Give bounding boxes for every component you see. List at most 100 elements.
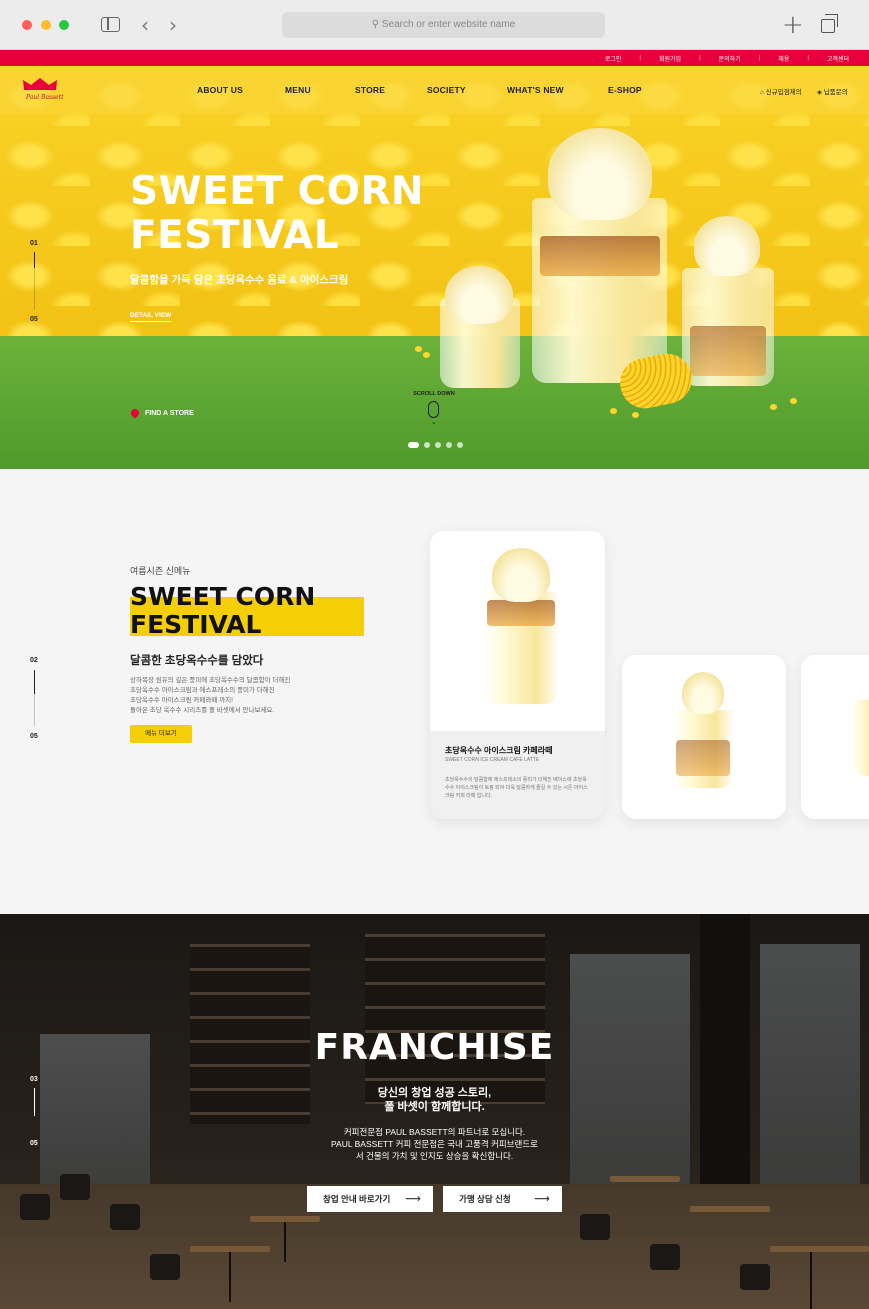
util-inquiry[interactable]: 문의하기 — [719, 54, 741, 63]
util-divider: | — [758, 55, 761, 61]
address-bar[interactable]: ⚲ Search or enter website name — [282, 12, 605, 38]
utility-nav: 로그인 | 회원가입 | 문의하기 | 채용 | 고객센터 — [0, 50, 869, 66]
util-login[interactable]: 로그인 — [605, 54, 622, 63]
find-store-label: FIND A STORE — [145, 409, 194, 417]
tab-overview-icon[interactable] — [821, 14, 838, 33]
corn-kernel — [770, 404, 777, 410]
detail-view-link[interactable]: DETAIL VIEW — [130, 312, 172, 322]
address-bar-placeholder: Search or enter website name — [381, 19, 516, 30]
supply-inquiry-label: 납품문의 — [823, 89, 848, 96]
new-store-proposal-label: 신규입점제의 — [765, 89, 802, 96]
product-description: 초당옥수수의 달콤함에 에스프레소의 풍미가 더해진 베이스에 초당옥수수 아이… — [445, 777, 588, 799]
product-cup-image — [851, 700, 869, 776]
corn-kernel — [632, 412, 639, 418]
arrow-right-icon: ⟶ — [534, 1192, 550, 1205]
menu-pager-progress — [34, 670, 35, 694]
more-menu-button[interactable]: 메뉴 더보기 — [130, 725, 192, 743]
close-window-icon[interactable] — [22, 20, 32, 30]
corn-kernel — [423, 352, 430, 358]
tag-icon: ◈ — [817, 89, 822, 96]
ice-cream-latte-cup — [532, 198, 667, 383]
product-soft-serve — [492, 548, 550, 602]
util-careers[interactable]: 채용 — [778, 54, 789, 63]
util-signup[interactable]: 회원가입 — [659, 54, 681, 63]
hero-title-line2: FESTIVAL — [130, 213, 340, 258]
hero-subtitle: 달콤함을 가득 담은 초당옥수수 음료 & 아이스크림 — [130, 274, 349, 286]
menu-title-line2: FESTIVAL — [130, 610, 262, 639]
menu-pager-track — [34, 694, 35, 726]
nav-menu[interactable]: MENU — [285, 85, 311, 95]
franchise-consult-label: 가맹 상담 신청 — [459, 1194, 511, 1204]
nav-about-us[interactable]: ABOUT US — [197, 85, 243, 95]
menu-desc-line: 돌아온 초당 옥수수 시리즈를 폴 바셋에서 만나보세요. — [130, 707, 275, 714]
util-divider: | — [699, 55, 701, 61]
franchise-desc-line3: 서 건물의 가치 및 인지도 상승을 확신합니다. — [355, 1151, 514, 1161]
hero-title: SWEET CORN FESTIVAL — [130, 170, 460, 258]
nav-whats-new[interactable]: WHAT'S NEW — [507, 85, 564, 95]
arrow-right-icon: ⟶ — [405, 1192, 421, 1205]
minimize-window-icon[interactable] — [41, 20, 51, 30]
slide-indicators — [408, 442, 463, 448]
supply-inquiry-link[interactable]: ◈ 납품문의 — [817, 86, 848, 96]
franchise-guide-label: 창업 안내 바로가기 — [323, 1194, 391, 1204]
menu-title: SWEET CORN FESTIVAL — [130, 583, 315, 639]
hero-pager-start: 01 — [30, 240, 38, 247]
brand-logo-text[interactable]: Paul Bassett — [26, 94, 64, 101]
util-customer-center[interactable]: 고객센터 — [827, 54, 849, 63]
franchise-desc-line1: 커피전문점 PAUL BASSETT의 파트너로 모십니다. — [343, 1127, 526, 1137]
slide-dot-3[interactable] — [435, 442, 441, 448]
nav-e-shop[interactable]: E-SHOP — [608, 85, 642, 95]
menu-title-line1: SWEET CORN — [130, 582, 316, 611]
search-icon: ⚲ — [371, 19, 380, 30]
hero-pager-track — [34, 268, 35, 310]
menu-desc-line: 초당옥수수 아이스크림과 에스프레소의 풍미가 더해진 — [130, 687, 275, 694]
menu-desc-line: 상하목장 원유의 깊은 풍미에 초당옥수수의 달콤함이 더해진 — [130, 677, 291, 684]
sidebar-toggle-icon[interactable] — [101, 17, 120, 32]
back-arrow-icon[interactable]: ‹ — [141, 13, 149, 37]
product-soft-serve — [682, 672, 724, 714]
franchise-consult-button[interactable]: 가맹 상담 신청 ⟶ — [443, 1186, 562, 1212]
franchise-guide-button[interactable]: 창업 안내 바로가기 ⟶ — [307, 1186, 433, 1212]
find-store-link[interactable]: FIND A STORE — [129, 407, 194, 419]
franchise-pager-start: 03 — [30, 1076, 38, 1083]
slide-dot-4[interactable] — [446, 442, 452, 448]
crown-logo-icon[interactable] — [22, 77, 58, 91]
slide-dot-2[interactable] — [424, 442, 430, 448]
franchise-desc-line2: PAUL BASSETT 커피 전문점은 국내 고품격 커피브랜드로 — [331, 1139, 538, 1149]
menu-subtitle: 달콤한 초당옥수수를 담았다 — [130, 655, 264, 667]
franchise-subtitle: 당신의 창업 성공 스토리, 폴 바셋이 함께합니다. — [0, 1086, 869, 1114]
franchise-sub-line1: 당신의 창업 성공 스토리, — [377, 1087, 492, 1099]
new-store-proposal-link[interactable]: ⌂ 신규입점제의 — [760, 86, 802, 96]
slide-dot-1[interactable] — [408, 442, 419, 448]
corn-kernel — [790, 398, 797, 404]
franchise-description: 커피전문점 PAUL BASSETT의 파트너로 모십니다. PAUL BASS… — [0, 1126, 869, 1162]
scroll-down-label: SCROLL DOWN — [413, 391, 455, 397]
browser-chrome: ‹ › ⚲ Search or enter website name + — [0, 0, 869, 50]
slide-dot-5[interactable] — [457, 442, 463, 448]
soft-serve-right — [694, 216, 760, 276]
espresso-layer — [540, 236, 660, 276]
maximize-window-icon[interactable] — [59, 20, 69, 30]
menu-pager-end: 05 — [30, 733, 38, 740]
franchise-sub-line2: 폴 바셋이 함께합니다. — [384, 1101, 485, 1113]
chevron-down-icon: ⌄ — [431, 419, 437, 426]
hero-pager-progress — [34, 252, 35, 268]
location-pin-icon — [129, 407, 141, 419]
hero-pager-end: 05 — [30, 316, 38, 323]
corn-kernel — [415, 346, 422, 352]
forward-arrow-icon[interactable]: › — [169, 13, 177, 37]
new-tab-icon[interactable]: + — [782, 10, 804, 40]
mouse-scroll-icon[interactable] — [428, 401, 439, 418]
nav-society[interactable]: SOCIETY — [427, 85, 466, 95]
product-caramel-layer — [676, 740, 730, 776]
menu-desc-line: 초당옥수수 아이스크림 카페라떼 까지! — [130, 697, 233, 704]
corn-kernel — [610, 408, 617, 414]
franchise-title: FRANCHISE — [314, 1027, 555, 1068]
product-espresso-layer — [487, 600, 555, 626]
menu-pager-start: 02 — [30, 657, 38, 664]
soft-serve-large — [548, 128, 652, 220]
soft-serve-small — [445, 266, 513, 324]
home-icon: ⌂ — [760, 89, 764, 96]
caramel-layer — [690, 326, 766, 376]
nav-store[interactable]: STORE — [355, 85, 385, 95]
